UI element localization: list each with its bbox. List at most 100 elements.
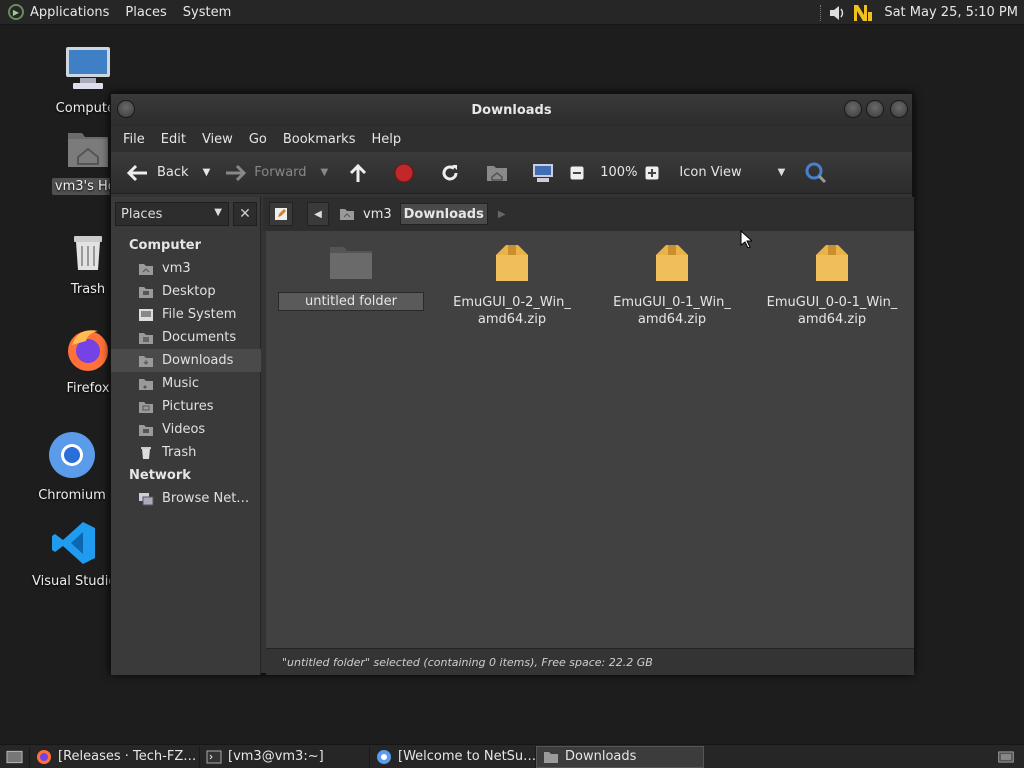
search-button[interactable] — [799, 157, 841, 189]
close-button[interactable] — [890, 100, 908, 118]
file-item-emugui-0-1[interactable]: EmuGUI_0-1_Win_ amd64.zip — [592, 243, 752, 328]
section-heading-computer: Computer — [129, 238, 202, 253]
menu-bookmarks[interactable]: Bookmarks — [275, 132, 364, 147]
location-edit-button[interactable] — [269, 202, 293, 226]
window-menu-button[interactable] — [117, 100, 135, 118]
clock[interactable]: Sat May 25, 5:10 PM — [884, 5, 1018, 20]
file-name-line2: amd64.zip — [797, 312, 867, 327]
file-name-line1: EmuGUI_0-1_Win_ — [613, 295, 731, 310]
sidebar-item-music[interactable]: Music — [111, 372, 261, 395]
places-menu[interactable]: Places — [117, 0, 174, 25]
file-name-line2: amd64.zip — [637, 312, 707, 327]
firefox-icon — [37, 749, 51, 764]
desktop-icon-chromium[interactable]: Chromium — [27, 430, 117, 504]
computer-button[interactable] — [526, 157, 568, 189]
zoom-level: 100% — [600, 165, 638, 180]
chromium-icon — [49, 432, 95, 478]
vscode-icon — [52, 522, 95, 564]
file-view[interactable]: untitled folder EmuGUI_0-2_Win_ amd64.zip… — [266, 230, 914, 648]
chromium-icon — [377, 749, 391, 764]
up-arrow-icon — [350, 163, 367, 182]
sidebar-item-browse-network[interactable]: Browse Net… — [111, 487, 261, 510]
forward-history-dropdown[interactable]: ▼ — [313, 157, 337, 189]
desktop-icon-label: Trash — [70, 282, 106, 297]
file-name-line2: amd64.zip — [477, 312, 547, 327]
zoom-out-icon — [570, 166, 584, 179]
sidebar-item-label: Browse Net… — [162, 491, 250, 506]
window-titlebar[interactable]: Downloads — [111, 94, 912, 126]
minimize-button[interactable] — [844, 100, 862, 118]
workspace-icon — [998, 751, 1014, 762]
search-icon — [805, 162, 827, 183]
home-button[interactable] — [480, 157, 522, 189]
reload-button[interactable] — [434, 157, 474, 189]
menu-help[interactable]: Help — [363, 132, 409, 147]
file-manager-window: Downloads File Edit View Go Bookmarks He… — [110, 93, 914, 675]
applications-menu[interactable]: ▶ Applications — [0, 0, 117, 25]
path-scroll-right-button[interactable]: ▶ — [498, 209, 506, 220]
zoom-in-icon — [645, 166, 659, 179]
sidebar-close-button[interactable]: ✕ — [233, 202, 257, 226]
file-item-untitled-folder[interactable]: untitled folder — [271, 243, 431, 311]
sidebar-item-trash[interactable]: Trash — [111, 441, 261, 464]
file-name: EmuGUI_0-0-1_Win_ amd64.zip — [752, 294, 912, 328]
desktop-icon-vscode[interactable]: Visual Studio Co — [29, 520, 138, 590]
up-button[interactable] — [342, 157, 382, 189]
show-desktop-button[interactable] — [0, 745, 30, 768]
sidebar-item-documents[interactable]: Documents — [111, 326, 261, 349]
menu-view[interactable]: View — [194, 132, 241, 147]
path-scroll-left-button[interactable]: ◀ — [307, 202, 329, 226]
menu-file[interactable]: File — [115, 132, 153, 147]
reload-icon — [442, 164, 458, 180]
computer-icon — [66, 47, 110, 89]
desktop-icon-label: Firefox — [66, 381, 110, 396]
view-mode-select[interactable]: Icon View ▼ — [673, 157, 791, 189]
desktop-folder-icon — [139, 286, 153, 298]
back-button[interactable]: Back — [121, 157, 195, 189]
downloads-folder-icon — [139, 355, 153, 367]
status-bar: "untitled folder" selected (containing 0… — [266, 648, 914, 675]
chevron-down-icon: ▼ — [777, 167, 786, 178]
file-item-emugui-0-2[interactable]: EmuGUI_0-2_Win_ amd64.zip — [432, 243, 592, 328]
file-item-emugui-0-0-1[interactable]: EmuGUI_0-0-1_Win_ amd64.zip — [752, 243, 912, 328]
sidebar-item-desktop[interactable]: Desktop — [111, 280, 261, 303]
path-crumb-downloads[interactable]: Downloads — [399, 203, 488, 225]
menu-go[interactable]: Go — [241, 132, 275, 147]
back-history-dropdown[interactable]: ▼ — [195, 157, 219, 189]
file-name-line1: EmuGUI_0-0-1_Win_ — [766, 295, 898, 310]
task-chromium[interactable]: [Welcome to NetSu… — [370, 745, 536, 768]
task-terminal[interactable]: [vm3@vm3:~] — [200, 745, 370, 768]
sidebar-type-select[interactable]: Places ▼ — [115, 202, 229, 226]
archive-icon — [496, 245, 528, 281]
sidebar-item-label: Trash — [162, 445, 197, 460]
stop-button[interactable] — [388, 157, 428, 189]
volume-icon[interactable] — [828, 5, 846, 21]
sidebar-item-pictures[interactable]: Pictures — [111, 395, 261, 418]
sidebar-item-vm3[interactable]: vm3 — [111, 257, 261, 280]
pictures-folder-icon — [139, 401, 153, 413]
menu-edit[interactable]: Edit — [153, 132, 194, 147]
path-crumb-vm3[interactable]: vm3 — [335, 202, 396, 226]
window-title: Downloads — [471, 102, 552, 118]
zoom-out-button[interactable] — [568, 157, 594, 189]
file-name: EmuGUI_0-1_Win_ amd64.zip — [592, 294, 752, 328]
sidebar-item-label: Documents — [162, 330, 237, 345]
sidebar-item-file-system[interactable]: File System — [111, 303, 261, 326]
forward-button[interactable]: Forward — [218, 157, 312, 189]
task-downloads[interactable]: Downloads — [536, 745, 704, 768]
path-crumb-label: vm3 — [363, 206, 392, 222]
sidebar-item-label: Music — [162, 376, 199, 391]
sidebar-item-label: vm3 — [162, 261, 191, 276]
system-menu[interactable]: System — [175, 0, 239, 25]
sidebar-item-videos[interactable]: Videos — [111, 418, 261, 441]
sidebar-item-downloads[interactable]: Downloads — [111, 349, 261, 372]
panel-tray: Sat May 25, 5:10 PM — [820, 0, 1024, 25]
workspace-switcher[interactable] — [992, 746, 1020, 768]
section-heading-network: Network — [129, 468, 191, 483]
task-firefox[interactable]: [Releases · Tech-FZ… — [30, 745, 200, 768]
zoom-in-button[interactable] — [643, 157, 669, 189]
sidebar-type-label: Places — [121, 206, 163, 222]
taskbar: [Releases · Tech-FZ… [vm3@vm3:~] [Welcom… — [0, 744, 1024, 768]
maximize-button[interactable] — [866, 100, 884, 118]
network-status-icon[interactable] — [852, 3, 874, 23]
